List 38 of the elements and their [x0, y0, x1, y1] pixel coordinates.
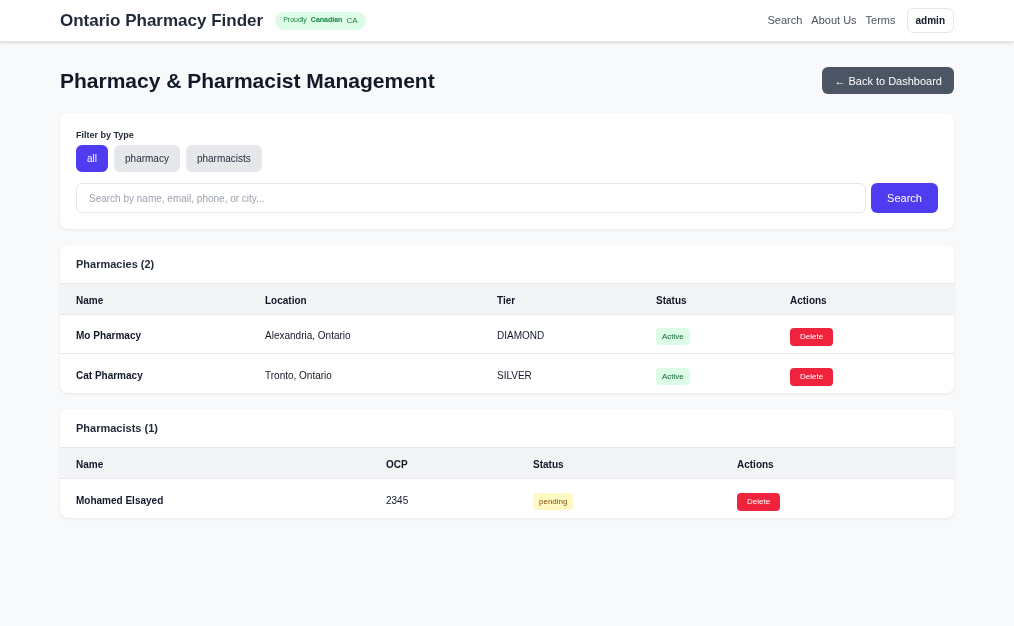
delete-button[interactable]: Delete	[790, 367, 834, 386]
search-field[interactable]: Search by name, email, phone, or city...	[76, 183, 866, 213]
filter-label: Filter by Type	[76, 128, 135, 142]
status-badge: pending	[533, 492, 574, 510]
page-title: Pharmacy & Pharmacist Management	[60, 68, 435, 94]
back-button[interactable]: ← Back to Dashboard	[822, 67, 954, 95]
column-header: Location	[265, 295, 307, 306]
status-badge: Active	[656, 328, 690, 345]
search-button[interactable]: Search	[871, 183, 938, 213]
table-cell: Cat Pharmacy	[76, 369, 143, 381]
table-title: Pharmacists (1)	[76, 420, 158, 436]
user-button[interactable]: admin	[906, 8, 954, 33]
nav-link[interactable]: Terms	[865, 12, 896, 29]
column-header: Actions	[790, 295, 827, 306]
delete-button[interactable]: Delete	[737, 492, 781, 511]
column-header: Name	[76, 295, 104, 306]
table-cell: SILVER	[497, 369, 532, 381]
column-header: OCP	[386, 459, 408, 470]
table-cell: 2345	[386, 494, 409, 506]
delete-button[interactable]: Delete	[790, 328, 834, 346]
column-header: Status	[533, 459, 564, 470]
table-title: Pharmacies (2)	[76, 256, 155, 272]
table-cell: Mohamed Elsayed	[76, 494, 164, 506]
column-header: Name	[76, 459, 104, 470]
table-cell: Alexandria, Ontario	[265, 330, 351, 341]
column-header: Tier	[497, 295, 516, 306]
table-cell: DIAMOND	[497, 330, 545, 341]
nav-link[interactable]: Search	[767, 12, 803, 29]
table-cell: Mo Pharmacy	[76, 330, 142, 341]
status-badge: Active	[656, 367, 690, 385]
filter-tab[interactable]: all	[76, 145, 108, 172]
column-header: Status	[656, 295, 687, 306]
brand-title: Ontario Pharmacy Finder	[60, 9, 264, 32]
filter-tab[interactable]: pharmacists	[185, 145, 262, 172]
column-header: Actions	[737, 459, 774, 470]
nav-link[interactable]: About Us	[811, 12, 857, 29]
table-cell: Tronto, Ontario	[265, 369, 332, 381]
filter-tab[interactable]: pharmacy	[114, 145, 180, 172]
